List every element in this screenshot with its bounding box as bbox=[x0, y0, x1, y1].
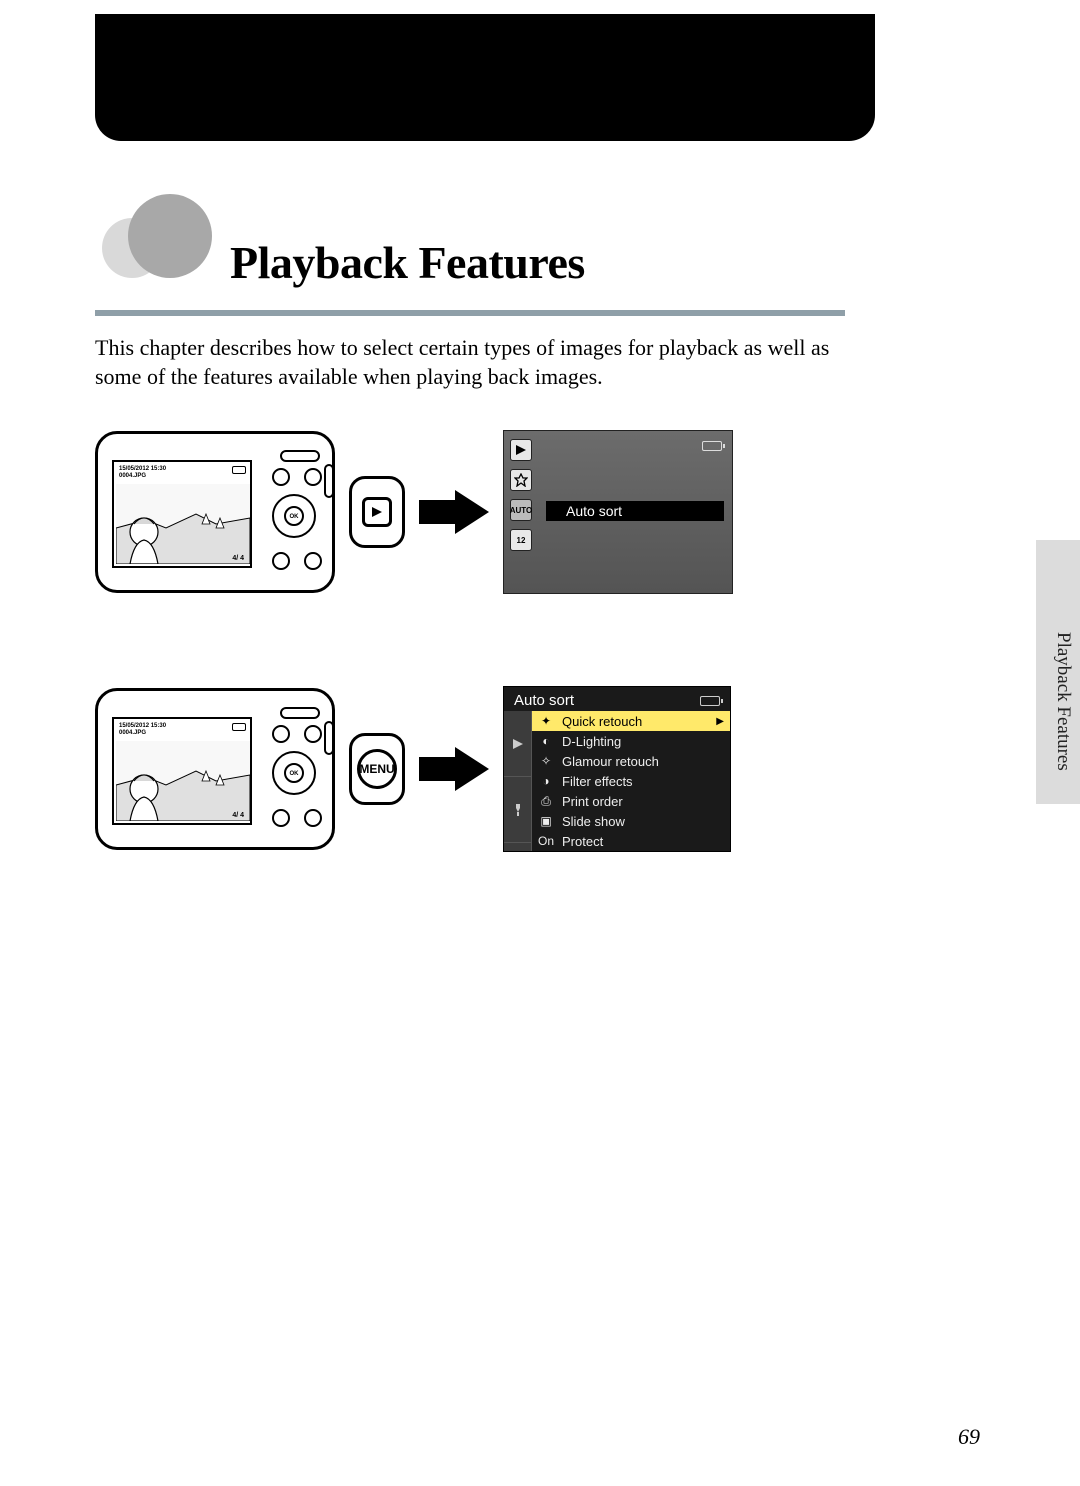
menu-item-label: Filter effects bbox=[562, 774, 633, 789]
camera-back-illustration: 15/05/2012 15:30 0004.JPG 4/ 4 bbox=[95, 431, 335, 593]
menu-item-quick-retouch: ✦ Quick retouch ▶ bbox=[532, 711, 730, 731]
slide-show-icon: ▣ bbox=[538, 814, 554, 828]
lcd-date: 15/05/2012 15:30 bbox=[119, 466, 166, 472]
print-order-icon: ⎙ bbox=[538, 794, 554, 809]
figure-row-menu-button: 15/05/2012 15:30 0004.JPG 4/ 4 bbox=[95, 686, 731, 852]
camera-small-button bbox=[272, 725, 290, 743]
arrow-icon bbox=[419, 490, 489, 534]
camera-small-button bbox=[304, 809, 322, 827]
lcd-badge-icon bbox=[232, 466, 246, 474]
lcd-sample-image bbox=[116, 741, 250, 821]
camera-lcd: 15/05/2012 15:30 0004.JPG 4/ 4 bbox=[112, 460, 252, 568]
menu-item-label: Glamour retouch bbox=[562, 754, 659, 769]
play-icon bbox=[362, 497, 392, 527]
camera-small-button bbox=[304, 468, 322, 486]
menu-item-list: ✦ Quick retouch ▶ ◐ D-Lighting ✧ Glamour… bbox=[532, 711, 730, 851]
menu-item-label: D-Lighting bbox=[562, 734, 621, 749]
menu-item-filter-effects: ◑ Filter effects bbox=[532, 771, 730, 791]
battery-icon bbox=[702, 441, 722, 451]
list-by-date-mode-icon: 12 bbox=[510, 529, 532, 551]
chevron-right-icon: ▶ bbox=[716, 716, 724, 727]
filter-effects-icon: ◑ bbox=[538, 774, 554, 788]
zoom-rocker-icon bbox=[280, 450, 320, 462]
menu-item-slide-show: ▣ Slide show bbox=[532, 811, 730, 831]
lcd-date-filename: 15/05/2012 15:30 0004.JPG bbox=[119, 723, 166, 736]
menu-item-glamour-retouch: ✧ Glamour retouch bbox=[532, 751, 730, 771]
lcd-filename: 0004.JPG bbox=[119, 473, 146, 479]
playback-menu-screen: Auto sort ✦ Quick retouch ▶ bbox=[503, 686, 731, 852]
protect-icon: On bbox=[538, 834, 554, 848]
playback-mode-select-screen: AUTO 12 Auto sort bbox=[503, 430, 733, 594]
menu-item-label: Print order bbox=[562, 794, 623, 809]
menu-item-label: Slide show bbox=[562, 814, 625, 829]
figure-row-playback-button: 15/05/2012 15:30 0004.JPG 4/ 4 bbox=[95, 430, 733, 594]
camera-small-button bbox=[304, 552, 322, 570]
menu-tab-setup-icon bbox=[504, 777, 531, 843]
menu-tab-column bbox=[504, 711, 532, 851]
d-lighting-icon: ◐ bbox=[538, 734, 554, 748]
menu-title-bar: Auto sort bbox=[504, 687, 730, 711]
page-number: 69 bbox=[958, 1424, 980, 1450]
menu-tab-playback-icon bbox=[504, 711, 531, 777]
camera-lcd: 15/05/2012 15:30 0004.JPG 4/ 4 bbox=[112, 717, 252, 825]
camera-small-button bbox=[304, 725, 322, 743]
chapter-intro-text: This chapter describes how to select cer… bbox=[95, 334, 865, 391]
lcd-counter: 4/ 4 bbox=[232, 555, 244, 562]
glamour-retouch-icon: ✧ bbox=[538, 754, 554, 768]
menu-item-protect: On Protect bbox=[532, 831, 730, 851]
menu-button-icon: MENU bbox=[357, 749, 397, 789]
menu-item-d-lighting: ◐ D-Lighting bbox=[532, 731, 730, 751]
quick-retouch-icon: ✦ bbox=[538, 714, 554, 728]
lcd-counter: 4/ 4 bbox=[232, 812, 244, 819]
camera-ok-button: OK bbox=[284, 506, 304, 526]
camera-back-illustration: 15/05/2012 15:30 0004.JPG 4/ 4 bbox=[95, 688, 335, 850]
chapter-bullet-icon bbox=[90, 192, 220, 292]
lcd-date: 15/05/2012 15:30 bbox=[119, 723, 166, 729]
camera-small-button bbox=[272, 552, 290, 570]
camera-small-button bbox=[272, 468, 290, 486]
selected-mode-row: Auto sort bbox=[546, 501, 724, 521]
menu-item-print-order: ⎙ Print order bbox=[532, 791, 730, 811]
lcd-sample-image bbox=[116, 484, 250, 564]
play-mode-icon bbox=[510, 439, 532, 461]
camera-small-button bbox=[272, 809, 290, 827]
camera-ok-button: OK bbox=[284, 763, 304, 783]
chapter-header-bar bbox=[95, 14, 875, 141]
menu-title-text: Auto sort bbox=[514, 692, 574, 709]
lcd-filename: 0004.JPG bbox=[119, 730, 146, 736]
menu-item-label: Quick retouch bbox=[562, 714, 642, 729]
camera-dpad-icon: OK bbox=[272, 751, 316, 795]
date-icon-text: 12 bbox=[517, 536, 526, 545]
camera-strap-lug bbox=[324, 721, 334, 755]
camera-controls: OK bbox=[268, 454, 324, 574]
callout-menu-button: MENU bbox=[349, 733, 405, 805]
callout-play-button bbox=[349, 476, 405, 548]
arrow-icon bbox=[419, 747, 489, 791]
zoom-rocker-icon bbox=[280, 707, 320, 719]
chapter-divider bbox=[95, 310, 845, 316]
favorite-mode-icon bbox=[510, 469, 532, 491]
camera-dpad-icon: OK bbox=[272, 494, 316, 538]
lcd-date-filename: 15/05/2012 15:30 0004.JPG bbox=[119, 466, 166, 479]
auto-sort-mode-icon: AUTO bbox=[510, 499, 532, 521]
camera-strap-lug bbox=[324, 464, 334, 498]
chapter-title: Playback Features bbox=[230, 236, 585, 289]
battery-icon bbox=[700, 696, 720, 706]
camera-controls: OK bbox=[268, 711, 324, 831]
lcd-badge-icon bbox=[232, 723, 246, 731]
mode-icon-column: AUTO 12 bbox=[510, 439, 536, 551]
menu-item-label: Protect bbox=[562, 834, 603, 849]
section-tab-label: Playback Features bbox=[1052, 632, 1074, 771]
